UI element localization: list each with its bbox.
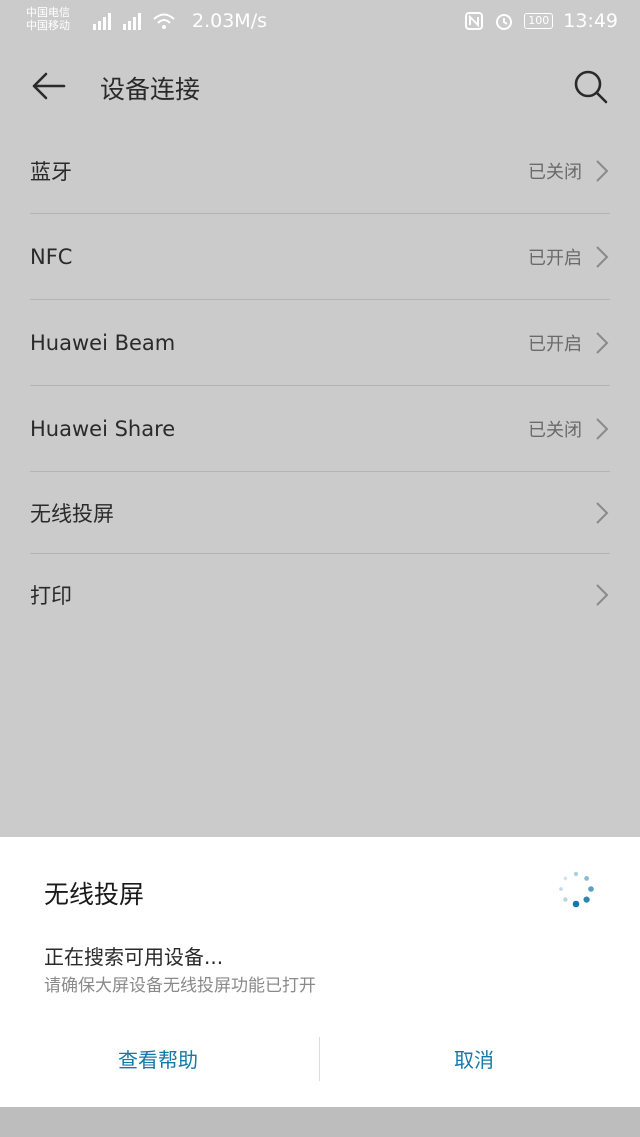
view-help-button[interactable]: 查看帮助 [118,1044,198,1073]
carrier-2: 中国移动 [26,19,70,32]
network-speed: 2.03M/s [192,10,267,32]
clock: 13:49 [563,10,618,32]
signal-indicators [92,12,176,30]
battery-icon: 100 [524,13,554,29]
chevron-right-icon [596,501,609,524]
hint-text: 请确保大屏设备无线投屏功能已打开 [44,976,316,996]
carrier-1: 中国电信 [26,6,70,19]
app-bar: 设备连接 [0,44,640,128]
list-item-huawei-share[interactable]: Huawei Share 已关闭 [30,386,610,472]
list-item-status: 已关闭 [528,419,582,441]
nfc-icon [465,12,484,30]
list-item-label: 打印 [30,583,72,608]
wifi-icon [153,13,175,29]
wireless-projection-dialog: 无线投屏 正在搜索可用设备... 请确保大屏设备无线投屏功能已打开 查看帮助 取… [0,837,640,1107]
list-item-label: NFC [30,244,73,269]
list-item-nfc[interactable]: NFC 已开启 [30,214,610,300]
dialog-title: 无线投屏 [44,880,145,909]
back-arrow-icon[interactable] [28,66,68,106]
list-item-label: Huawei Share [30,416,176,441]
list-item-wireless-projection[interactable]: 无线投屏 [30,472,610,554]
search-icon[interactable] [570,66,610,106]
list-item-print[interactable]: 打印 [30,554,610,635]
list-item-status: 已关闭 [528,161,582,183]
button-divider [319,1037,320,1081]
settings-list: 蓝牙 已关闭 NFC 已开启 Huawei Beam 已开启 Huawei Sh… [0,128,640,635]
cancel-button[interactable]: 取消 [454,1044,494,1073]
chevron-right-icon [596,245,609,268]
list-item-bluetooth[interactable]: 蓝牙 已关闭 [30,128,610,214]
signal-icon [93,13,111,30]
searching-text: 正在搜索可用设备... [44,945,224,969]
list-item-label: Huawei Beam [30,330,176,355]
list-item-label: 无线投屏 [30,501,114,526]
page-title: 设备连接 [100,75,201,104]
status-bar: 中国电信 中国移动 2.03M/s 100 13:49 [0,0,640,44]
list-item-label: 蓝牙 [30,159,72,184]
status-right-group: 100 13:49 [464,10,618,32]
carrier-names: 中国电信 中国移动 [26,6,70,32]
list-item-huawei-beam[interactable]: Huawei Beam 已开启 [30,300,610,386]
list-item-status: 已开启 [528,333,582,355]
bottom-strip [0,1107,640,1137]
chevron-right-icon [596,331,609,354]
chevron-right-icon [596,417,609,440]
chevron-right-icon [596,159,609,182]
loading-spinner-icon [559,871,594,908]
alarm-icon [496,14,513,30]
chevron-right-icon [596,583,609,606]
signal-icon [123,13,141,30]
list-item-status: 已开启 [528,247,582,269]
